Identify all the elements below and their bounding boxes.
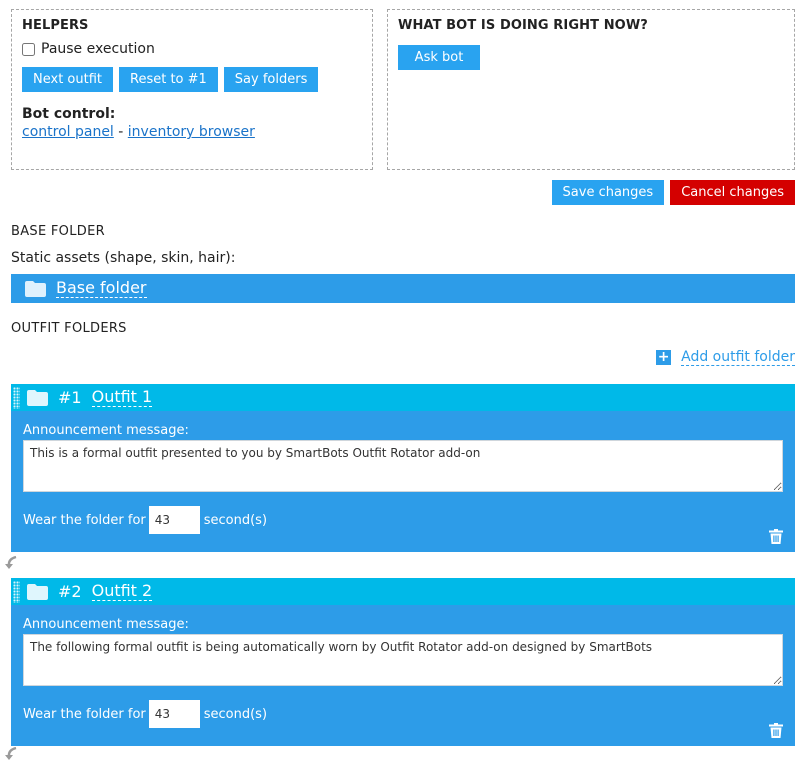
outfit-card: #1 Outfit 1 Announcement message: This i… <box>11 384 795 552</box>
outfit-number: #1 <box>58 388 82 407</box>
wear-duration-row: Wear the folder for second(s) <box>23 700 783 728</box>
reset-button[interactable]: Reset to #1 <box>119 67 218 92</box>
cancel-changes-button[interactable]: Cancel changes <box>670 180 795 205</box>
bot-control-title: Bot control: <box>22 106 116 122</box>
ask-bot-button[interactable]: Ask bot <box>398 45 480 70</box>
announcement-input[interactable]: This is a formal outfit presented to you… <box>23 440 783 492</box>
drag-handle-icon[interactable] <box>13 581 20 603</box>
outfit-number: #2 <box>58 582 82 601</box>
save-changes-button[interactable]: Save changes <box>551 180 665 205</box>
wear-seconds-input[interactable] <box>148 506 200 534</box>
say-folders-button[interactable]: Say folders <box>223 67 319 92</box>
outfit-folder-link[interactable]: Outfit 1 <box>91 388 153 407</box>
outfit-header: #1 Outfit 1 <box>11 384 795 411</box>
link-arrow-icon <box>5 556 17 569</box>
outfit-card: #2 Outfit 2 Announcement message: The fo… <box>11 578 795 746</box>
base-folder-bar: Base folder <box>11 274 795 303</box>
base-folder-title: BASE FOLDER <box>11 224 105 239</box>
plus-icon[interactable]: + <box>656 350 672 365</box>
base-folder-link[interactable]: Base folder <box>56 279 147 298</box>
folder-icon <box>27 583 48 600</box>
helpers-panel: HELPERS Pause execution Next outfit Rese… <box>11 9 373 170</box>
announcement-label: Announcement message: <box>23 423 189 438</box>
announcement-label: Announcement message: <box>23 617 189 632</box>
wear-duration-row: Wear the folder for second(s) <box>23 506 783 534</box>
control-panel-link[interactable]: control panel <box>22 124 114 140</box>
wear-seconds-input[interactable] <box>148 700 200 728</box>
wear-suffix-label: second(s) <box>203 706 268 722</box>
wear-prefix-label: Wear the folder for <box>23 706 146 722</box>
folder-icon <box>25 280 46 297</box>
base-folder-subtitle: Static assets (shape, skin, hair): <box>11 250 236 266</box>
outfit-body: Announcement message: This is a formal o… <box>11 411 795 552</box>
next-outfit-button[interactable]: Next outfit <box>22 67 113 92</box>
helper-buttons: Next outfit Reset to #1 Say folders <box>22 67 362 92</box>
drag-handle-icon[interactable] <box>13 387 20 409</box>
wear-suffix-label: second(s) <box>203 512 268 528</box>
outfit-body: Announcement message: The following form… <box>11 605 795 746</box>
wear-prefix-label: Wear the folder for <box>23 512 146 528</box>
bot-control-links: control panel - inventory browser <box>22 124 362 140</box>
pause-execution-row[interactable]: Pause execution <box>22 41 362 57</box>
add-outfit-folder[interactable]: + Add outfit folder <box>656 349 795 366</box>
trash-icon[interactable] <box>769 723 783 738</box>
bot-status-title: WHAT BOT IS DOING RIGHT NOW? <box>398 18 648 33</box>
pause-execution-label: Pause execution <box>41 41 155 57</box>
inventory-browser-link[interactable]: inventory browser <box>128 124 255 140</box>
outfit-header: #2 Outfit 2 <box>11 578 795 605</box>
outfit-folders-title: OUTFIT FOLDERS <box>11 321 127 336</box>
helpers-title: HELPERS <box>22 18 89 33</box>
folder-icon <box>27 389 48 406</box>
trash-icon[interactable] <box>769 529 783 544</box>
bot-status-panel: WHAT BOT IS DOING RIGHT NOW? Ask bot <box>387 9 795 170</box>
link-arrow-icon <box>5 747 17 760</box>
pause-execution-checkbox[interactable] <box>22 42 35 56</box>
save-actions: Save changes Cancel changes <box>551 180 795 205</box>
outfit-folder-link[interactable]: Outfit 2 <box>91 582 153 601</box>
announcement-input[interactable]: The following formal outfit is being aut… <box>23 634 783 686</box>
link-separator: - <box>118 124 124 140</box>
add-outfit-folder-label[interactable]: Add outfit folder <box>681 349 795 366</box>
